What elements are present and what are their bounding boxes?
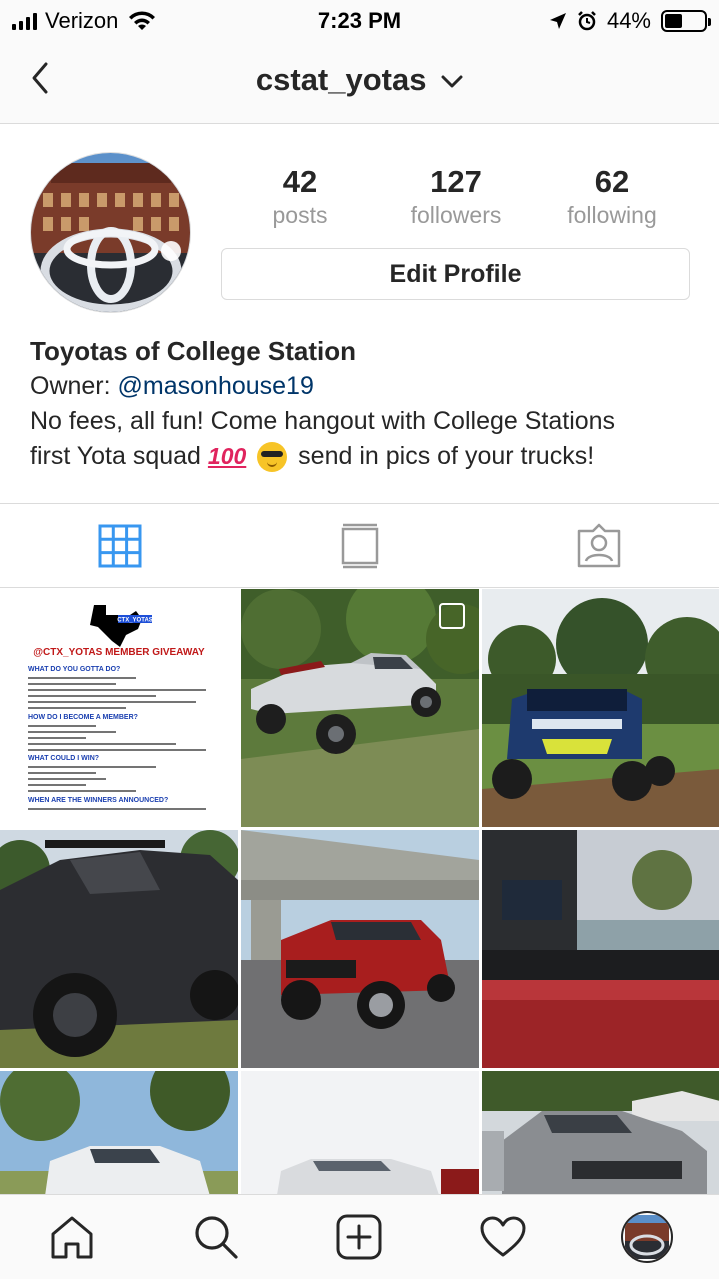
post-tile-giveaway[interactable]: CTX_YOTAS @CTX_YOTAS MEMBER GIVEAWAY WHA… <box>0 589 238 827</box>
username-switcher[interactable]: cstat_yotas <box>0 62 719 98</box>
heart-icon <box>480 1216 526 1257</box>
black-truck-photo <box>0 830 238 1068</box>
hundred-points-emoji-icon: 100 <box>207 443 247 469</box>
home-icon <box>51 1216 93 1259</box>
profile-header: cstat_yotas <box>0 40 719 124</box>
post-grid: CTX_YOTAS @CTX_YOTAS MEMBER GIVEAWAY WHA… <box>0 589 719 1194</box>
giveaway-flyer: CTX_YOTAS @CTX_YOTAS MEMBER GIVEAWAY WHA… <box>28 605 206 810</box>
status-right: 44% <box>549 8 711 34</box>
post-tile-red-tacoma[interactable] <box>241 830 479 1068</box>
flyer-badge: CTX_YOTAS <box>117 618 153 624</box>
bio-line-2-start: first Yota squad <box>30 442 208 470</box>
red-truck-photo <box>241 830 479 1068</box>
bio-line-2: first Yota squad 100 send in pics of you… <box>30 439 700 474</box>
profile-stats: 42 posts 127 followers 62 following <box>222 165 690 231</box>
profile-thumb-avatar <box>621 1211 674 1263</box>
nav-search[interactable] <box>186 1207 246 1267</box>
followers-label: followers <box>410 202 502 228</box>
bio-line-2-end: send in pics of your trucks! <box>291 442 595 470</box>
posts-count: 42 <box>282 164 318 199</box>
display-name: Toyotas of College Station <box>30 336 356 366</box>
battery-level <box>665 14 682 28</box>
nav-home[interactable] <box>42 1207 102 1267</box>
white-truck-photo <box>0 1071 238 1194</box>
feed-icon <box>341 523 378 568</box>
tagged-user-icon <box>577 523 621 567</box>
edit-profile-button[interactable]: Edit Profile <box>221 248 690 300</box>
flyer-title: @CTX_YOTAS MEMBER GIVEAWAY <box>33 647 205 658</box>
following-label: following <box>567 202 657 228</box>
multiple-photos-icon <box>439 603 465 629</box>
following-count: 62 <box>594 164 630 199</box>
flyer-q4: WHEN ARE THE WINNERS ANNOUNCED? <box>28 797 168 804</box>
nav-activity[interactable] <box>473 1207 533 1267</box>
flyer-q3: WHAT COULD I WIN? <box>28 755 99 762</box>
post-tile-black-tundra[interactable] <box>0 830 238 1068</box>
post-tile-white-truck-sky[interactable] <box>241 1071 479 1194</box>
followers-stat[interactable]: 127 followers <box>378 165 534 231</box>
tab-grid[interactable] <box>0 504 240 587</box>
nav-new-post[interactable] <box>329 1207 389 1267</box>
owner-prefix: Owner: <box>30 372 118 400</box>
tab-tagged[interactable] <box>479 504 719 587</box>
owner-mention-link[interactable]: @masonhouse19 <box>118 372 314 400</box>
post-tile-silver-tacoma[interactable] <box>241 589 479 827</box>
tab-feed[interactable] <box>240 504 480 587</box>
add-post-icon <box>336 1214 382 1260</box>
bio-line-1: No fees, all fun! Come hangout with Coll… <box>30 407 616 435</box>
red-truck-bed-photo <box>482 830 719 1068</box>
avatar-photo <box>31 153 190 312</box>
location-arrow-icon <box>549 13 566 29</box>
post-tile-grey-tacoma[interactable] <box>482 1071 719 1194</box>
battery-icon <box>661 10 711 32</box>
profile-avatar[interactable] <box>30 152 191 313</box>
nav-profile[interactable] <box>617 1207 677 1267</box>
chevron-down-icon <box>441 75 463 88</box>
white-truck-2-photo <box>241 1071 479 1194</box>
flyer-q1: WHAT DO YOU GOTTA DO? <box>28 666 120 673</box>
posts-label: posts <box>272 202 328 228</box>
flyer-q2: HOW DO I BECOME A MEMBER? <box>28 714 138 721</box>
username-title: cstat_yotas <box>255 62 427 97</box>
battery-percent: 44% <box>606 8 651 33</box>
profile-tabs <box>0 503 719 588</box>
alarm-icon <box>578 11 596 31</box>
grid-icon <box>98 524 142 567</box>
post-tile-blue-tacoma[interactable] <box>482 589 719 827</box>
blue-truck-photo <box>482 589 719 827</box>
status-bar: Verizon 7:23 PM 44% <box>0 0 719 40</box>
sunglasses-emoji-icon <box>257 442 288 473</box>
grey-truck-photo <box>482 1071 719 1194</box>
bottom-nav <box>0 1194 719 1279</box>
followers-count: 127 <box>430 164 482 199</box>
search-icon <box>195 1216 238 1259</box>
post-tile-tonneau[interactable] <box>482 830 719 1068</box>
posts-stat[interactable]: 42 posts <box>222 165 378 231</box>
bio-owner-line: Owner: @masonhouse19 <box>30 369 700 404</box>
profile-bio: Toyotas of College Station Owner: @mason… <box>30 334 700 474</box>
post-tile-white-tundra[interactable] <box>0 1071 238 1194</box>
following-stat[interactable]: 62 following <box>534 165 690 231</box>
